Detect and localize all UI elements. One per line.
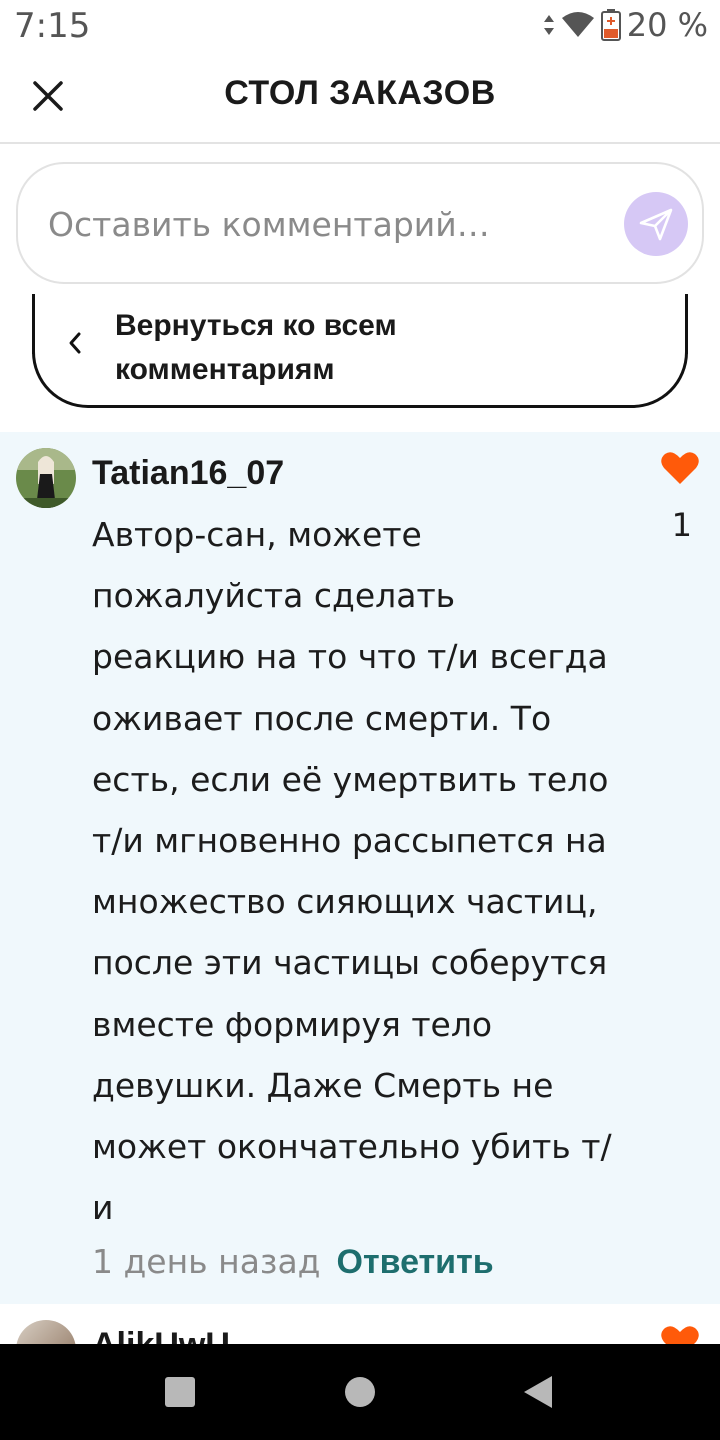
data-arrows-icon bbox=[543, 15, 554, 35]
like-count: 1 bbox=[671, 506, 692, 544]
status-time: 7:15 bbox=[14, 6, 91, 46]
heart-icon bbox=[661, 452, 699, 484]
header: СТОЛ ЗАКАЗОВ bbox=[0, 52, 720, 144]
status-icons: 20 % bbox=[543, 6, 708, 44]
like-button[interactable] bbox=[660, 1324, 700, 1344]
battery-percent: 20 % bbox=[626, 6, 708, 44]
back-label: Вернуться ко всем комментариям bbox=[115, 309, 397, 386]
system-nav-bar bbox=[0, 1344, 720, 1440]
chevron-left-icon bbox=[69, 332, 81, 354]
avatar[interactable] bbox=[16, 1320, 76, 1344]
status-bar: 7:15 20 % bbox=[0, 0, 720, 52]
comment-input[interactable] bbox=[48, 194, 608, 254]
battery-icon bbox=[600, 9, 621, 41]
home-button[interactable] bbox=[345, 1377, 375, 1407]
avatar[interactable] bbox=[16, 448, 76, 508]
recents-button[interactable] bbox=[165, 1377, 195, 1407]
back-triangle-icon[interactable] bbox=[522, 1374, 554, 1410]
page-title: СТОЛ ЗАКАЗОВ bbox=[224, 74, 496, 112]
wifi-icon bbox=[561, 12, 594, 37]
send-button[interactable] bbox=[624, 192, 688, 256]
comment-footer: 1 день назад Ответить bbox=[92, 1242, 494, 1282]
comment-text: Автор-сан, можете пожалуйста сделать реа… bbox=[92, 515, 612, 1228]
reply-button[interactable]: Ответить bbox=[337, 1243, 494, 1282]
heart-icon bbox=[661, 1326, 699, 1344]
like-button[interactable] bbox=[660, 450, 700, 490]
comment-item: Tatian16_07 Автор-сан, можете пожалуйста… bbox=[0, 432, 720, 1304]
comment-item: AlikUwU bbox=[0, 1304, 720, 1344]
comment-username[interactable]: AlikUwU bbox=[92, 1326, 230, 1344]
avatar-image bbox=[16, 448, 76, 508]
comment-input-box bbox=[16, 162, 704, 284]
comment-username[interactable]: Tatian16_07 bbox=[92, 454, 284, 493]
send-icon bbox=[639, 208, 673, 241]
back-to-all-comments-button[interactable]: Вернуться ко всем комментариям bbox=[32, 294, 688, 408]
comment-time: 1 день назад bbox=[92, 1242, 321, 1281]
